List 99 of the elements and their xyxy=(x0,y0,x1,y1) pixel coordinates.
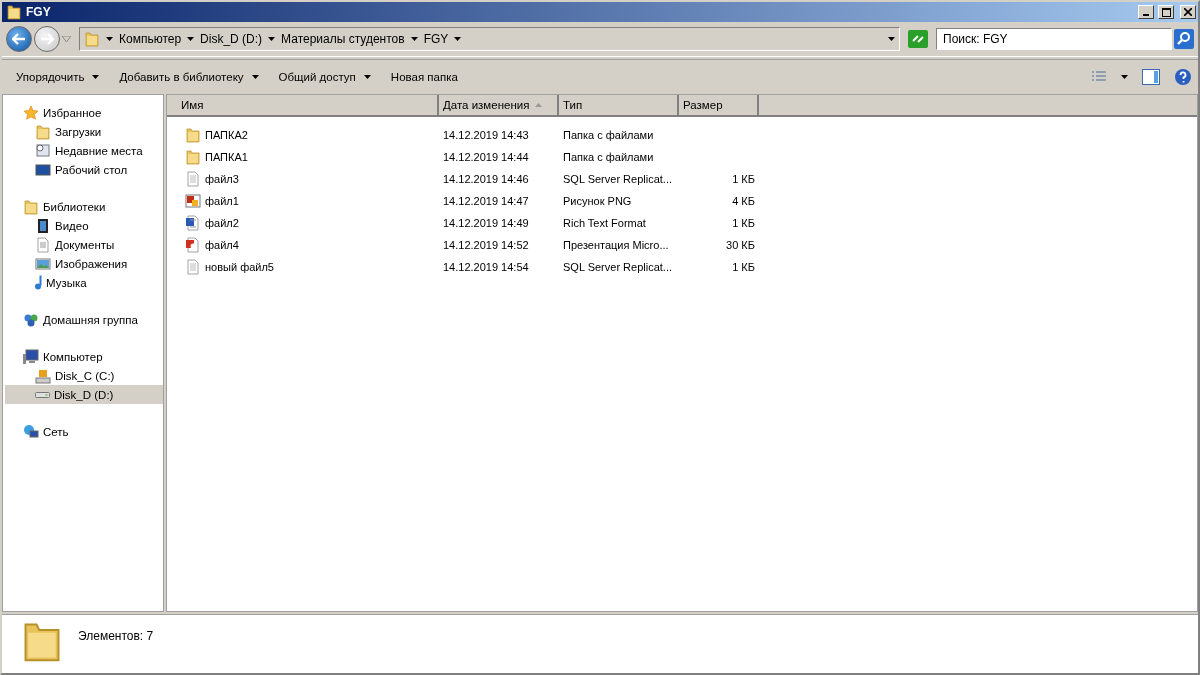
file-name[interactable]: ПАПКА2 xyxy=(167,127,439,143)
sort-arrow-icon xyxy=(535,103,543,107)
caret-icon[interactable] xyxy=(1121,75,1128,79)
search-field[interactable]: Поиск: FGY xyxy=(936,28,1172,50)
nav-item[interactable]: Избранное xyxy=(5,103,163,122)
table-cell-text: Презентация Micro... xyxy=(562,239,670,251)
close-button[interactable] xyxy=(1180,5,1196,19)
file-name[interactable]: файл1 xyxy=(167,193,439,209)
folder-icon xyxy=(84,31,100,47)
minimize-button[interactable] xyxy=(1138,5,1154,19)
window-title: FGY xyxy=(26,5,52,19)
star-icon xyxy=(23,104,39,121)
table-cell-text: 14.12.2019 14:49 xyxy=(442,217,530,229)
image-icon xyxy=(185,193,201,209)
caret-icon xyxy=(187,37,195,41)
table-cell-text: 4 КБ xyxy=(731,195,755,207)
column-header[interactable]: Тип xyxy=(559,95,679,117)
network-icon xyxy=(23,423,39,440)
music-note-icon xyxy=(35,275,42,290)
table-cell-text: Рисунок PNG xyxy=(562,195,633,207)
table-cell-text: 14.12.2019 14:47 xyxy=(442,195,530,207)
file-name[interactable]: файл2 xyxy=(167,215,439,231)
refresh-icon[interactable] xyxy=(908,30,928,48)
table-cell-text: Rich Text Format xyxy=(562,217,647,229)
breadcrumb[interactable]: Материалы студентов xyxy=(281,32,405,46)
nav-item[interactable]: Домашняя группа xyxy=(5,310,163,329)
toolbar-button[interactable]: Общий доступ xyxy=(270,67,379,87)
table-cell-text: 1 КБ xyxy=(731,173,755,185)
help-icon[interactable] xyxy=(1174,68,1192,86)
nav-item[interactable]: Видео xyxy=(5,216,163,235)
address-bar[interactable]: Компьютер Disk_D (D:) Материалы студентов FGY xyxy=(79,27,900,51)
nav-item[interactable]: Документы xyxy=(5,235,163,254)
table-cell-text: 1 КБ xyxy=(731,217,755,229)
drive-icon xyxy=(35,391,50,398)
toolbar-button[interactable]: Новая папка xyxy=(382,67,466,87)
maximize-icon xyxy=(1161,7,1171,17)
table-cell-text: SQL Server Replicat... xyxy=(562,261,674,273)
folder-icon xyxy=(6,4,22,20)
nav-item[interactable]: Рабочий стол xyxy=(5,160,163,179)
computer-icon xyxy=(23,348,39,365)
desktop-icon xyxy=(35,161,51,178)
folder-icon xyxy=(185,127,201,143)
back-arrow-icon xyxy=(12,33,26,45)
column-header[interactable]: Дата изменения xyxy=(439,95,559,117)
column-header[interactable]: Имя xyxy=(167,95,439,117)
document-icon xyxy=(185,171,201,187)
nav-item[interactable]: Disk_C (C:) xyxy=(5,366,163,385)
table-cell-text: Папка с файлами xyxy=(562,151,655,163)
forward-button[interactable] xyxy=(34,26,60,52)
nav-item[interactable]: Изображения xyxy=(5,254,163,273)
film-icon xyxy=(35,217,51,234)
toolbar-button[interactable]: Добавить в библиотеку xyxy=(111,67,267,87)
caret-icon xyxy=(268,37,276,41)
forward-arrow-icon xyxy=(40,33,54,45)
breadcrumb[interactable]: FGY xyxy=(423,32,449,46)
table-cell-text: 14.12.2019 14:54 xyxy=(442,261,530,273)
table-cell-text: 14.12.2019 14:43 xyxy=(442,129,530,141)
file-name[interactable]: файл3 xyxy=(167,171,439,187)
toolbar-button[interactable]: Упорядочить xyxy=(8,67,108,87)
file-name[interactable]: файл4 xyxy=(167,237,439,253)
downloads-folder-icon xyxy=(35,123,51,140)
file-name[interactable]: новый файл5 xyxy=(167,259,439,275)
caret-icon xyxy=(106,37,113,41)
nav-item[interactable]: Недавние места xyxy=(5,141,163,160)
table-cell-text: SQL Server Replicat... xyxy=(562,173,674,185)
nav-item[interactable]: Библиотеки xyxy=(5,197,163,216)
breadcrumb[interactable]: Компьютер xyxy=(119,32,182,46)
table-cell-text: 14.12.2019 14:46 xyxy=(442,173,530,185)
preview-pane-icon[interactable] xyxy=(1142,69,1160,85)
table-cell-text: 14.12.2019 14:44 xyxy=(442,151,530,163)
word-document-icon xyxy=(185,215,201,231)
nav-item[interactable]: Disk_D (D:) xyxy=(5,385,163,404)
search-icon[interactable] xyxy=(1174,29,1194,49)
nav-item[interactable]: Сеть xyxy=(5,422,163,441)
caret-icon xyxy=(888,37,895,41)
recent-places-icon xyxy=(35,142,51,159)
table-cell-text: 30 КБ xyxy=(725,239,755,251)
maximize-button[interactable] xyxy=(1158,5,1174,19)
table-cell-text: 1 КБ xyxy=(731,261,755,273)
table-cell-text: Папка с файлами xyxy=(562,129,655,141)
nav-item[interactable]: Компьютер xyxy=(5,347,163,366)
drive-icon xyxy=(35,367,51,384)
library-icon xyxy=(23,198,39,215)
document-icon xyxy=(185,259,201,275)
table-cell-text: 14.12.2019 14:52 xyxy=(442,239,530,251)
close-icon xyxy=(1184,8,1192,16)
caret-icon xyxy=(410,37,418,41)
column-header[interactable]: Размер xyxy=(679,95,759,117)
file-name[interactable]: ПАПКА1 xyxy=(167,149,439,165)
nav-item[interactable]: Загрузки xyxy=(5,122,163,141)
image-icon xyxy=(35,255,51,272)
breadcrumb[interactable]: Disk_D (D:) xyxy=(200,32,263,46)
nav-item[interactable]: Музыка xyxy=(5,273,163,292)
presentation-icon xyxy=(185,237,201,253)
item-count: Элементов: 7 xyxy=(78,629,154,643)
document-icon xyxy=(35,236,51,253)
back-button[interactable] xyxy=(6,26,32,52)
caret-icon xyxy=(454,37,462,41)
folder-icon xyxy=(185,149,201,165)
